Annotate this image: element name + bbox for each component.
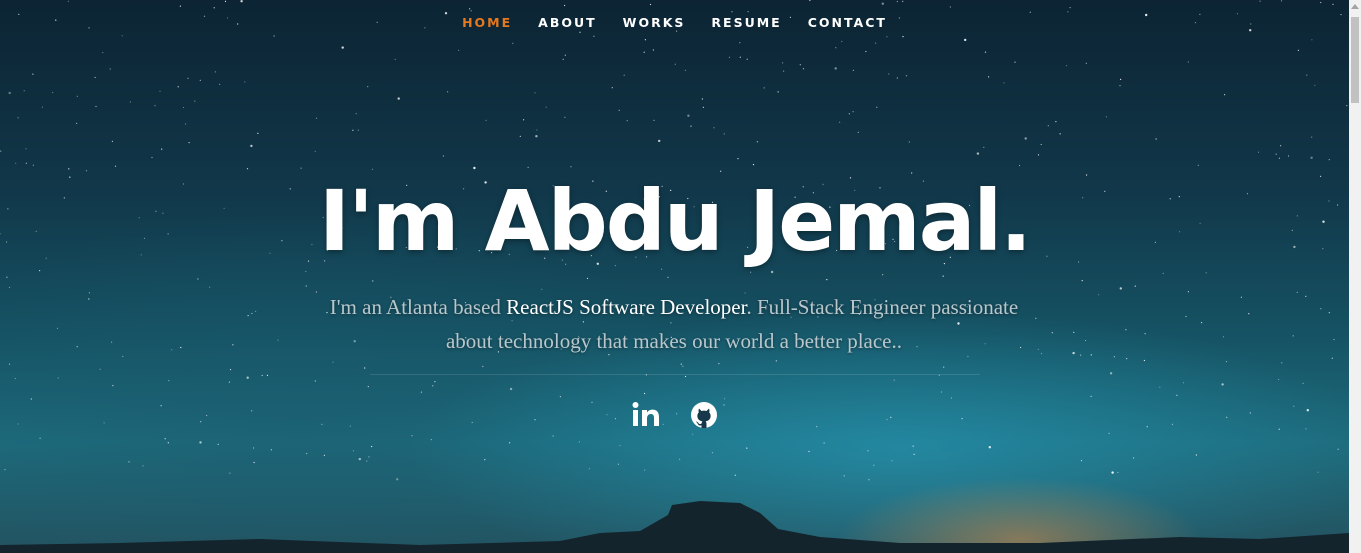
- page-scrollbar[interactable]: [1349, 0, 1361, 553]
- scrollbar-thumb[interactable]: [1351, 17, 1359, 103]
- linkedin-icon: [632, 402, 659, 426]
- github-icon: [690, 402, 717, 428]
- mountain-silhouette: [0, 501, 1349, 553]
- nav-resume[interactable]: RESUME: [698, 15, 794, 30]
- intro-prefix: I'm an Atlanta based: [329, 295, 507, 319]
- main-nav: HOME ABOUT WORKS RESUME CONTACT: [0, 15, 1349, 30]
- nav-home[interactable]: HOME: [449, 15, 525, 30]
- social-links: [0, 400, 1349, 430]
- hero-section: HOME ABOUT WORKS RESUME CONTACT I'm Abdu…: [0, 0, 1349, 553]
- github-link[interactable]: [690, 400, 718, 430]
- hero-intro: I'm an Atlanta based ReactJS Software De…: [324, 290, 1024, 358]
- scroll-up-icon[interactable]: [1351, 4, 1359, 9]
- intro-highlight: ReactJS Software Developer: [506, 295, 747, 319]
- nav-about[interactable]: ABOUT: [525, 15, 610, 30]
- hero-divider: [370, 374, 980, 375]
- nav-works[interactable]: WORKS: [610, 15, 699, 30]
- linkedin-link[interactable]: [632, 400, 660, 430]
- starfield-background: [0, 0, 1348, 481]
- nav-contact[interactable]: CONTACT: [795, 15, 900, 30]
- hero-title: I'm Abdu Jemal.: [318, 172, 1032, 270]
